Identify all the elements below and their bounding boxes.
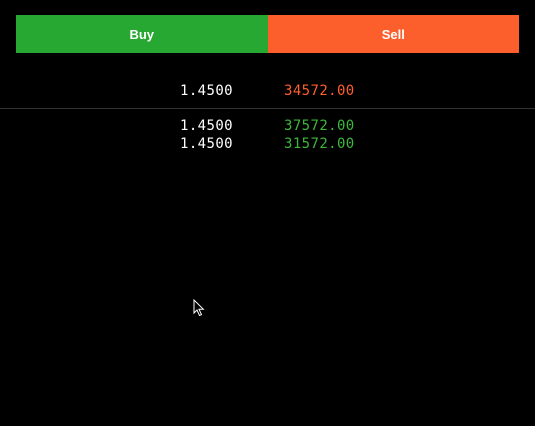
ask-amount-cell: 34572.00 xyxy=(284,82,424,100)
buy-button[interactable]: Buy xyxy=(16,15,268,53)
bid-amount: 31572.00 xyxy=(284,136,355,152)
bid-amount-cell: 37572.00 xyxy=(284,117,424,135)
bid-price: 1.4500 xyxy=(180,118,233,134)
spread-divider xyxy=(0,108,535,109)
sell-button[interactable]: Sell xyxy=(267,15,519,53)
ask-price-cell: 1.4500 xyxy=(113,82,233,100)
bid-price: 1.4500 xyxy=(180,136,233,152)
bid-price-cell: 1.4500 xyxy=(113,135,233,153)
bid-amount: 37572.00 xyxy=(284,118,355,134)
trading-panel: Buy Sell 1.4500 34572.00 1.4500 37572.00… xyxy=(0,0,535,426)
ask-price: 1.4500 xyxy=(180,83,233,99)
bid-price-cell: 1.4500 xyxy=(113,117,233,135)
mouse-pointer-icon xyxy=(193,299,205,317)
trade-actions: Buy Sell xyxy=(16,15,519,53)
ask-amount: 34572.00 xyxy=(284,83,355,99)
bid-amount-cell: 31572.00 xyxy=(284,135,424,153)
